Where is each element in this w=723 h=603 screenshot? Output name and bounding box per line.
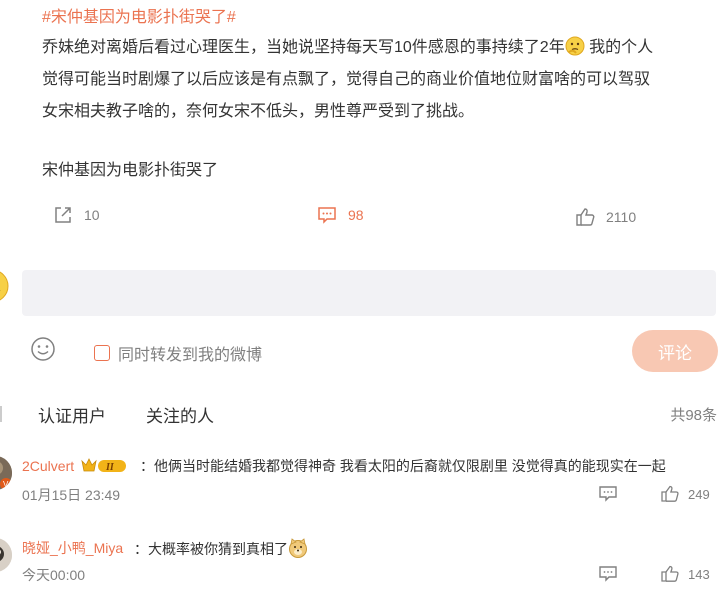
repost-icon xyxy=(55,207,71,223)
commenter-username[interactable]: 2Culvert II xyxy=(22,456,128,474)
post-line-2: 觉得可能当时剧爆了以后应该是有点飘了，觉得自己的商业价值地位财富啥的可以驾驭 xyxy=(42,71,651,88)
tab-following[interactable]: 关注的人 xyxy=(146,402,214,427)
smiley-icon xyxy=(31,337,55,361)
thinking-face-emoji-icon xyxy=(565,36,585,56)
comment-like-count: 143 xyxy=(688,566,710,582)
comment-icon xyxy=(599,486,617,502)
comment-button[interactable]: 98 xyxy=(316,204,364,226)
repost-checkbox-label: 同时转发到我的微博 xyxy=(118,347,263,364)
post-hashtag-link[interactable]: #宋仲基因为电影扑街哭了# xyxy=(42,3,236,27)
comment-text: ：大概率被你猜到真相了 xyxy=(134,538,308,559)
svg-text:V: V xyxy=(3,480,9,489)
tab-verified-users[interactable]: 认证用户 xyxy=(38,402,106,427)
post-body: 乔妹绝对离婚后看过心理医生，当她说坚持每天写10件感恩的事持续了2年 我的个人 … xyxy=(42,32,718,128)
commenter-username[interactable]: 晓娅_小鸭_Miya xyxy=(22,538,123,558)
repost-button[interactable]: 10 xyxy=(52,204,100,226)
comment-total-count: 共98条 xyxy=(670,407,717,424)
submit-comment-button[interactable]: 评论 xyxy=(632,330,718,372)
post-tail-text: 宋仲基因为电影扑街哭了 xyxy=(42,162,219,179)
like-button[interactable]: 2110 xyxy=(574,206,636,228)
post-line-3: 女宋相夫教子啥的，奈何女宋不低头，男性尊严受到了挑战。 xyxy=(42,103,475,120)
thumbs-up-icon xyxy=(576,208,595,226)
member-badge-icon[interactable]: II xyxy=(80,456,128,474)
comment-like-button[interactable]: 249 xyxy=(660,484,710,504)
emoji-picker-button[interactable] xyxy=(30,336,56,362)
commenter-avatar[interactable]: V xyxy=(0,456,12,490)
thumbs-up-icon xyxy=(661,565,679,582)
post-action-bar: 10 98 2110 xyxy=(0,200,723,232)
comment-input[interactable] xyxy=(22,270,716,316)
like-count: 2110 xyxy=(606,209,637,225)
repost-to-my-weibo-checkbox[interactable]: 同时转发到我的微博 xyxy=(94,341,262,365)
svg-text:II: II xyxy=(105,462,115,473)
thumbs-up-icon xyxy=(661,485,679,502)
current-user-avatar xyxy=(0,268,10,304)
post-line-1: 乔妹绝对离婚后看过心理医生，当她说坚持每天写10件感恩的事持续了2年 我的个人 xyxy=(42,32,718,64)
comment-reply-button[interactable] xyxy=(598,564,618,584)
comment-count: 98 xyxy=(348,207,364,223)
comment-like-button[interactable]: 143 xyxy=(660,564,710,584)
comment-like-count: 249 xyxy=(688,486,710,502)
doge-emoji-icon xyxy=(289,538,307,558)
commenter-avatar[interactable] xyxy=(0,538,12,572)
checkbox-box[interactable] xyxy=(94,345,110,361)
comment-timestamp: 01月15日 23:49 xyxy=(22,487,121,503)
comment-text: ：他俩当时能结婚我都觉得神奇 我看太阳的后裔就仅限剧里 没觉得真的能现实在一起 xyxy=(140,458,666,474)
repost-count: 10 xyxy=(84,207,100,223)
comment-filter-tabs: 认证用户 关注的人 共98条 xyxy=(0,402,723,426)
comment-timestamp: 今天00:00 xyxy=(22,567,86,583)
tab-divider xyxy=(0,406,2,422)
comment-icon xyxy=(599,566,617,582)
comment-icon xyxy=(318,207,336,224)
comment-reply-button[interactable] xyxy=(598,484,618,504)
